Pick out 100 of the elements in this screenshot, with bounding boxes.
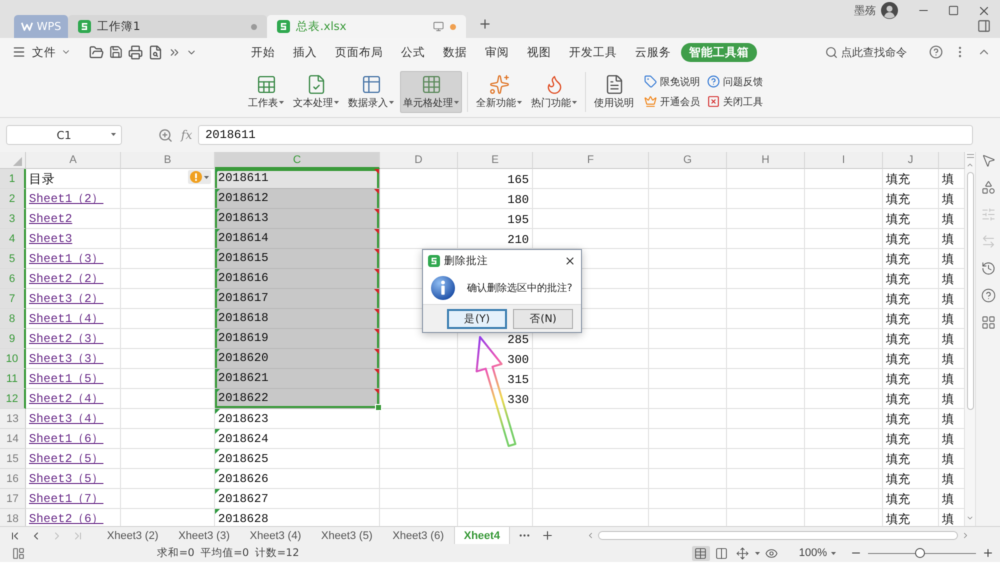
row-header[interactable]: 17 — [0, 489, 26, 509]
menu-tab[interactable]: 开始 — [243, 42, 283, 62]
sheet-link[interactable]: Sheet2 — [29, 212, 72, 226]
dialog-button[interactable]: 否(N) — [513, 308, 573, 328]
selected-cell[interactable]: 2018617 — [215, 289, 380, 309]
column-header[interactable]: F — [533, 152, 649, 169]
column-header[interactable]: A — [26, 152, 121, 169]
sheet-link[interactable]: Sheet1（5） — [29, 372, 104, 386]
printer-icon[interactable] — [128, 44, 143, 60]
row-header[interactable]: 13 — [0, 409, 26, 429]
selected-cell[interactable]: 2018613 — [215, 209, 380, 229]
sheet-tab[interactable]: Xheet4 — [454, 527, 510, 544]
scroll-up-icon[interactable] — [966, 161, 974, 169]
column-header[interactable]: I — [805, 152, 883, 169]
menu-icon[interactable] — [12, 45, 26, 59]
column-header[interactable]: D — [380, 152, 458, 169]
folder-icon[interactable] — [89, 44, 104, 60]
sheet-link[interactable]: Sheet2（6） — [29, 512, 104, 526]
ribbon-link[interactable]: 开通会员 — [644, 94, 700, 108]
menu-tab[interactable]: 公式 — [393, 42, 433, 62]
ribbon-button[interactable]: 热门功能 — [528, 70, 580, 112]
sheet-link[interactable]: Sheet2（5） — [29, 452, 104, 466]
cursor-icon[interactable] — [980, 153, 996, 168]
sheet-link[interactable]: Sheet2（2） — [29, 272, 104, 286]
scrollbar-thumb[interactable] — [966, 172, 974, 410]
menu-tab[interactable]: 数据 — [435, 42, 475, 62]
first-sheet-icon[interactable] — [9, 530, 21, 542]
sheet-link[interactable]: Sheet1（4） — [29, 312, 104, 326]
selected-cell[interactable]: 2018612 — [215, 189, 380, 209]
add-tab-icon[interactable] — [478, 17, 492, 31]
menu-tab[interactable]: 开发工具 — [561, 42, 625, 62]
menu-tab[interactable]: 审阅 — [477, 42, 517, 62]
zoom-icon[interactable] — [158, 128, 173, 142]
maximize-icon[interactable] — [948, 5, 959, 16]
slider-thumb[interactable] — [914, 548, 925, 558]
selected-cell[interactable]: 2018620 — [215, 349, 380, 369]
menu-tab[interactable]: 页面布局 — [327, 42, 391, 62]
ribbon-button[interactable]: 全新功能 — [473, 70, 525, 112]
row-header[interactable]: 16 — [0, 469, 26, 489]
menu-tab[interactable]: 视图 — [519, 42, 559, 62]
sheet-link[interactable]: Sheet2（4） — [29, 392, 104, 406]
sheet-link[interactable]: Sheet2（3） — [29, 332, 104, 346]
menu-tab[interactable]: 插入 — [285, 42, 325, 62]
zoom-level[interactable]: 100% — [798, 547, 827, 559]
sheet-link[interactable]: Sheet1（3） — [29, 252, 104, 266]
sidebar-toggle-icon[interactable] — [977, 19, 991, 33]
print-preview-icon[interactable] — [148, 44, 163, 60]
selected-cell[interactable]: 2018615 — [215, 249, 380, 269]
sheet-tab[interactable]: Xheet3 (3) — [168, 527, 240, 544]
selected-cell[interactable]: 2018616 — [215, 269, 380, 289]
ribbon-button[interactable]: 工作表 — [245, 70, 287, 112]
scroll-down-icon[interactable] — [966, 514, 974, 522]
name-box[interactable]: C1 — [6, 125, 122, 145]
ribbon-button[interactable]: 数据录入 — [345, 70, 397, 112]
shapes-icon[interactable] — [980, 180, 996, 195]
dialog-button[interactable]: 是(Y) — [447, 308, 507, 328]
ribbon-button[interactable]: 单元格处理 — [400, 70, 462, 112]
caret-icon[interactable] — [831, 552, 836, 554]
column-header[interactable]: E — [458, 152, 533, 169]
caret-icon[interactable] — [754, 552, 760, 554]
formula-input[interactable]: 2018611 — [198, 125, 973, 145]
help-icon[interactable] — [929, 45, 943, 59]
row-header[interactable]: 14 — [0, 429, 26, 449]
menu-tab[interactable]: 云服务 — [627, 42, 679, 62]
selected-cell[interactable]: 2018619 — [215, 329, 380, 349]
active-cell[interactable]: 2018611 — [215, 169, 380, 189]
sheet-tab[interactable]: Xheet3 (6) — [382, 527, 454, 544]
sheet-link[interactable]: Sheet3 — [29, 232, 72, 246]
zoom-in-icon[interactable] — [982, 547, 994, 559]
ribbon-link[interactable]: 问题反馈 — [707, 74, 763, 88]
normal-view-icon[interactable] — [692, 546, 710, 560]
help-icon[interactable] — [980, 288, 996, 303]
sheet-link[interactable]: Sheet3（5） — [29, 472, 104, 486]
apps-grid-icon[interactable] — [980, 315, 996, 330]
search-field[interactable]: 点此查找命令 — [841, 46, 919, 58]
sheet-link[interactable]: Sheet1（6） — [29, 432, 104, 446]
column-header[interactable]: J — [883, 152, 939, 169]
fill-handle-icon[interactable] — [375, 404, 382, 411]
history-icon[interactable] — [980, 261, 996, 276]
sheet-link[interactable]: Sheet3（2） — [29, 292, 104, 306]
selected-cell[interactable]: 2018621 — [215, 369, 380, 389]
sheet-tab[interactable]: Xheet3 (2) — [97, 527, 168, 544]
error-check-button[interactable] — [188, 170, 211, 184]
close-icon[interactable] — [564, 254, 576, 266]
ribbon-link[interactable]: 限免说明 — [644, 74, 700, 88]
ribbon-button[interactable]: 使用说明 — [591, 70, 637, 112]
layout-icon[interactable] — [12, 546, 25, 560]
save-icon[interactable] — [109, 45, 123, 59]
sheet-link[interactable]: Sheet3（3） — [29, 352, 104, 366]
sheet-link[interactable]: Sheet3（4） — [29, 412, 104, 426]
add-sheet-icon[interactable] — [540, 529, 554, 542]
file-menu[interactable]: 文件 — [32, 44, 71, 60]
scrollbar-thumb[interactable] — [598, 531, 958, 540]
ribbon-button[interactable]: 文本处理 — [290, 70, 342, 112]
column-header[interactable]: G — [649, 152, 727, 169]
document-tab[interactable]: 工作簿1 — [68, 15, 267, 38]
scroll-right-icon[interactable] — [961, 531, 970, 540]
sheet-link[interactable]: Sheet1（2） — [29, 192, 104, 206]
column-header[interactable]: H — [727, 152, 805, 169]
sheet-tab[interactable]: Xheet3 (4) — [240, 527, 312, 544]
